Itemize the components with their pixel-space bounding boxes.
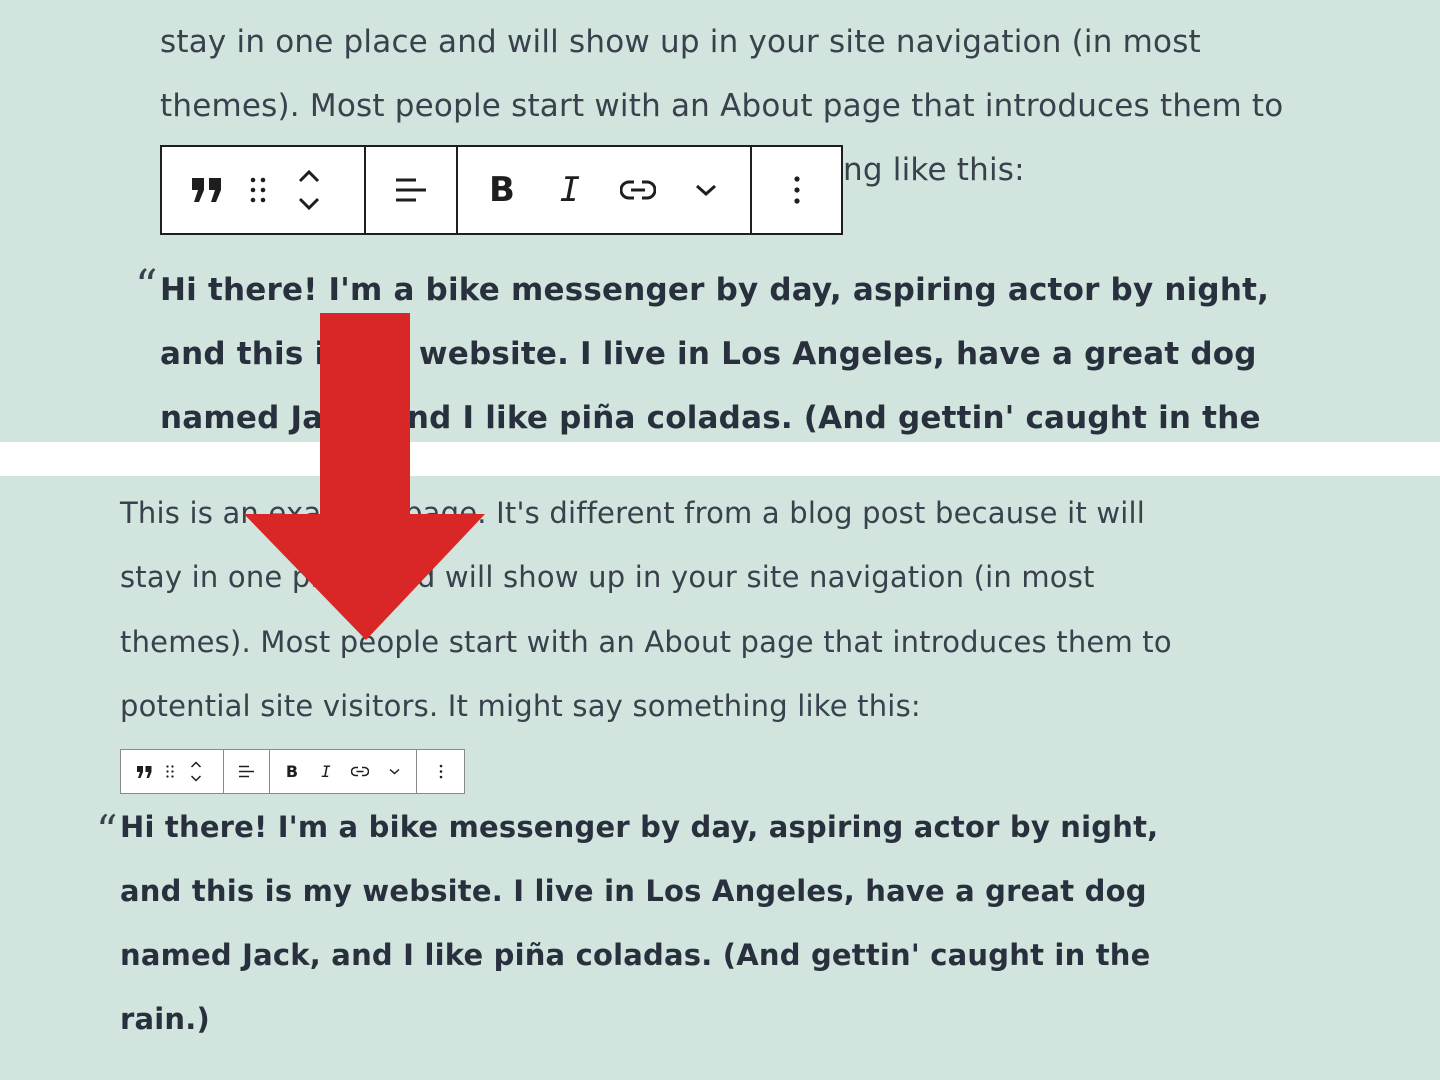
quote-line: Hi there! I'm a bike messenger by day, a… (160, 272, 1270, 308)
more-options-icon[interactable] (772, 147, 822, 233)
align-icon[interactable] (381, 147, 441, 233)
chevron-down-icon[interactable] (382, 750, 407, 793)
quote-line: and this is my website. I live in Los An… (160, 336, 1257, 372)
more-options-icon[interactable] (428, 750, 453, 793)
paragraph-line: themes). Most people start with an About… (160, 88, 1284, 124)
italic-button[interactable]: I (314, 750, 339, 793)
paragraph-line: potential site visitors. It might say so… (120, 689, 921, 723)
normal-editor-view: This is an example page. It's different … (0, 476, 1440, 1080)
link-icon[interactable] (613, 147, 663, 233)
chevron-down-icon[interactable] (681, 147, 731, 233)
paragraph-line: stay in one place and will show up in yo… (160, 24, 1201, 60)
quote-mark: “ (96, 806, 118, 855)
quote-line: named Jack, and I like piña coladas. (An… (120, 938, 1151, 972)
quote-line: Hi there! I'm a bike messenger by day, a… (120, 810, 1159, 844)
link-icon[interactable] (348, 750, 373, 793)
quote-mark: “ (135, 261, 158, 312)
quote-block-icon[interactable] (131, 750, 157, 793)
quote-line: and this is my website. I live in Los An… (120, 874, 1147, 908)
move-up-icon[interactable] (190, 761, 202, 768)
section-divider (0, 442, 1440, 476)
zoomed-editor-view: stay in one place and will show up in yo… (0, 0, 1440, 442)
paragraph-line-partial: ng like this: (843, 152, 1025, 188)
paragraph-line: stay in one place and will show up in yo… (120, 560, 1095, 594)
bold-button[interactable]: B (280, 750, 305, 793)
paragraph-line: This is an example page. It's different … (120, 496, 1146, 530)
quote-line: named Jack, and I like piña coladas. (An… (160, 400, 1261, 436)
move-down-icon[interactable] (297, 197, 321, 211)
align-icon[interactable] (232, 750, 262, 793)
quote-line: rain.) (120, 1002, 210, 1036)
paragraph-line: themes). Most people start with an About… (120, 625, 1172, 659)
drag-handle-icon[interactable] (160, 750, 180, 793)
bold-button[interactable]: B (477, 147, 527, 233)
quote-block-icon[interactable] (182, 147, 232, 233)
drag-handle-icon[interactable] (238, 147, 278, 233)
block-toolbar-small: B I (120, 749, 465, 794)
move-down-icon[interactable] (190, 775, 202, 782)
block-toolbar: B I (160, 145, 843, 235)
move-up-icon[interactable] (297, 169, 321, 183)
italic-button[interactable]: I (545, 147, 595, 233)
